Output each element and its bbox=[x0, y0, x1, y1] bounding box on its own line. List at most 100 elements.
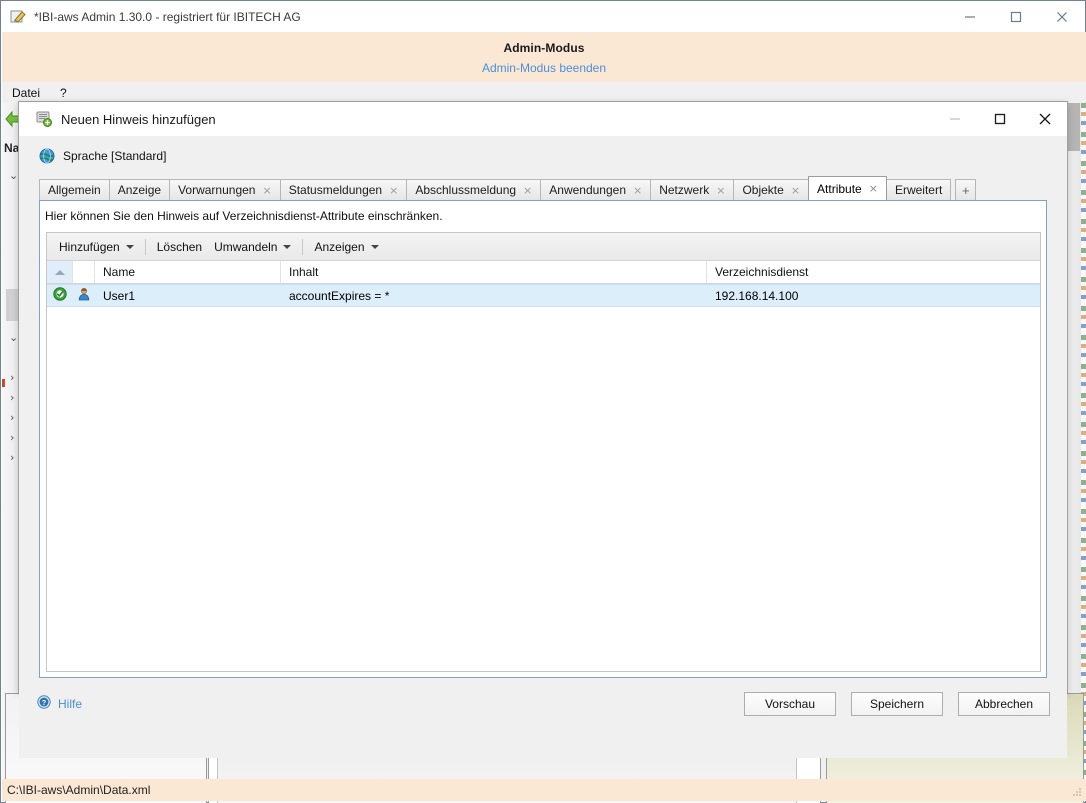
grid-header-verzeichnisdienst[interactable]: Verzeichnisdienst bbox=[707, 261, 1040, 283]
chevron-right-icon-5[interactable]: › bbox=[10, 451, 14, 464]
chevron-right-icon-2[interactable]: › bbox=[10, 391, 14, 404]
tab-close-icon[interactable]: × bbox=[523, 185, 532, 196]
tab-erweitert[interactable]: Erweitert bbox=[886, 179, 951, 200]
tab-close-icon[interactable]: × bbox=[716, 185, 725, 196]
tab-label: Anzeige bbox=[118, 183, 161, 197]
hinzufuegen-label: Hinzufügen bbox=[59, 240, 120, 254]
abbrechen-button[interactable]: Abbrechen bbox=[958, 692, 1050, 716]
row-type-cell bbox=[73, 285, 95, 306]
help-label: Hilfe bbox=[58, 697, 82, 711]
help-icon: ? bbox=[37, 695, 51, 712]
menu-item-datei[interactable]: Datei bbox=[2, 86, 50, 100]
tab-add-button[interactable]: + bbox=[955, 179, 976, 200]
svg-text:?: ? bbox=[42, 700, 46, 707]
row-verzeichnisdienst: 192.168.14.100 bbox=[707, 285, 1040, 306]
dialog-maximize-button[interactable] bbox=[977, 102, 1022, 136]
tab-close-icon[interactable]: × bbox=[389, 185, 398, 196]
grid-header-inhalt[interactable]: Inhalt bbox=[281, 261, 707, 283]
resize-grip-icon[interactable] bbox=[1071, 786, 1083, 798]
pen-document-icon bbox=[10, 8, 27, 25]
tab-label: Netzwerk bbox=[659, 183, 709, 197]
umwandeln-label: Umwandeln bbox=[214, 240, 277, 254]
help-link[interactable]: ? Hilfe bbox=[37, 695, 82, 712]
hinzufuegen-button[interactable]: Hinzufügen bbox=[53, 238, 140, 256]
chevron-down-icon-2[interactable]: ⌄ bbox=[9, 331, 18, 344]
dialog-title: Neuen Hinweis hinzufügen bbox=[61, 112, 216, 127]
tab-objekte[interactable]: Objekte × bbox=[733, 179, 809, 200]
tab-vorwarnungen[interactable]: Vorwarnungen × bbox=[169, 179, 281, 200]
tab-label: Anwendungen bbox=[549, 183, 626, 197]
add-hint-dialog: Neuen Hinweis hinzufügen bbox=[18, 101, 1068, 693]
loeschen-button[interactable]: Löschen bbox=[151, 238, 208, 256]
tab-attribute[interactable]: Attribute × bbox=[808, 176, 887, 200]
tab-netzwerk[interactable]: Netzwerk × bbox=[650, 179, 734, 200]
anzeigen-button[interactable]: Anzeigen bbox=[308, 238, 384, 256]
dialog-tabstrip: Allgemein Anzeige Vorwarnungen × Statusm… bbox=[39, 177, 1049, 200]
tab-close-icon[interactable]: × bbox=[869, 183, 878, 194]
tab-label: Statusmeldungen bbox=[289, 183, 382, 197]
table-row[interactable]: User1 accountExpires = * 192.168.14.100 bbox=[47, 284, 1040, 307]
tab-label: Objekte bbox=[742, 183, 783, 197]
chevron-right-icon-4[interactable]: › bbox=[10, 431, 14, 444]
speichern-button[interactable]: Speichern bbox=[851, 692, 943, 716]
anzeigen-label: Anzeigen bbox=[314, 240, 364, 254]
globe-icon bbox=[39, 148, 55, 164]
dialog-minimize-button[interactable] bbox=[932, 102, 977, 136]
umwandeln-button[interactable]: Umwandeln bbox=[208, 238, 297, 256]
tab-close-icon[interactable]: × bbox=[262, 185, 271, 196]
admin-mode-exit-link[interactable]: Admin-Modus beenden bbox=[2, 55, 1086, 75]
row-name: User1 bbox=[95, 285, 281, 306]
main-close-button[interactable] bbox=[1039, 1, 1085, 32]
add-note-icon bbox=[35, 110, 53, 128]
main-window-controls bbox=[947, 1, 1085, 32]
tab-anzeige[interactable]: Anzeige bbox=[109, 179, 170, 200]
toolbar-separator-2 bbox=[302, 239, 303, 255]
row-status-cell bbox=[47, 285, 73, 306]
tab-abschlussmeldung[interactable]: Abschlussmeldung × bbox=[406, 179, 541, 200]
chevron-down-icon-1[interactable]: ⌄ bbox=[9, 169, 18, 182]
language-label: Sprache [Standard] bbox=[63, 149, 166, 163]
chevron-right-icon-3[interactable]: › bbox=[10, 411, 14, 424]
tab-close-icon[interactable]: × bbox=[633, 185, 642, 196]
dialog-footer: ? Hilfe Vorschau Speichern Abbrechen bbox=[19, 678, 1067, 726]
menu-item-help[interactable]: ? bbox=[50, 86, 77, 100]
main-maximize-button[interactable] bbox=[993, 1, 1039, 32]
row-inhalt: accountExpires = * bbox=[281, 285, 707, 306]
tab-label: Allgemein bbox=[48, 183, 101, 197]
chevron-right-icon-1[interactable]: › bbox=[10, 371, 14, 384]
language-selector[interactable]: Sprache [Standard] bbox=[39, 148, 166, 164]
tab-label: Attribute bbox=[817, 182, 862, 196]
chevron-down-icon bbox=[371, 245, 379, 249]
grid-toolbar: Hinzufügen Löschen Umwandeln bbox=[47, 233, 1040, 261]
loeschen-label: Löschen bbox=[157, 240, 202, 254]
tab-label: Abschlussmeldung bbox=[415, 183, 516, 197]
screen-root: *IBI-aws Admin 1.30.0 - registriert für … bbox=[0, 0, 1086, 803]
tab-panel-attribute: Hier können Sie den Hinweis auf Verzeich… bbox=[39, 200, 1047, 678]
toolbar-separator-1 bbox=[145, 239, 146, 255]
dialog-close-button[interactable] bbox=[1022, 102, 1067, 136]
attribute-description: Hier können Sie den Hinweis auf Verzeich… bbox=[45, 209, 443, 223]
tab-statusmeldungen[interactable]: Statusmeldungen × bbox=[280, 179, 408, 200]
background-color-strip bbox=[1081, 103, 1086, 780]
main-menubar: Datei ? bbox=[2, 82, 1086, 103]
chevron-down-icon bbox=[283, 245, 291, 249]
dialog-footer-buttons: Vorschau Speichern Abbrechen bbox=[729, 692, 1050, 716]
tab-close-icon[interactable]: × bbox=[791, 185, 800, 196]
vorschau-button[interactable]: Vorschau bbox=[744, 692, 836, 716]
tab-label: Vorwarnungen bbox=[178, 183, 255, 197]
dialog-body: Sprache [Standard] Allgemein Anzeige Vor… bbox=[19, 136, 1067, 758]
main-minimize-button[interactable] bbox=[947, 1, 993, 32]
dialog-window-controls bbox=[932, 102, 1067, 136]
admin-mode-banner: Admin-Modus Admin-Modus beenden bbox=[2, 32, 1086, 82]
attribute-grid: Hinzufügen Löschen Umwandeln bbox=[46, 232, 1041, 672]
user-icon bbox=[77, 287, 91, 304]
grid-header-type[interactable] bbox=[73, 261, 95, 283]
statusbar-path: C:\IBI-aws\Admin\Data.xml bbox=[7, 783, 150, 797]
tab-label: Erweitert bbox=[895, 183, 942, 197]
main-window-title: *IBI-aws Admin 1.30.0 - registriert für … bbox=[34, 10, 301, 24]
grid-header-sort[interactable] bbox=[47, 261, 73, 283]
grid-header-name[interactable]: Name bbox=[95, 261, 281, 283]
tab-allgemein[interactable]: Allgemein bbox=[39, 179, 110, 200]
tab-anwendungen[interactable]: Anwendungen × bbox=[540, 179, 651, 200]
main-titlebar: *IBI-aws Admin 1.30.0 - registriert für … bbox=[1, 1, 1085, 32]
